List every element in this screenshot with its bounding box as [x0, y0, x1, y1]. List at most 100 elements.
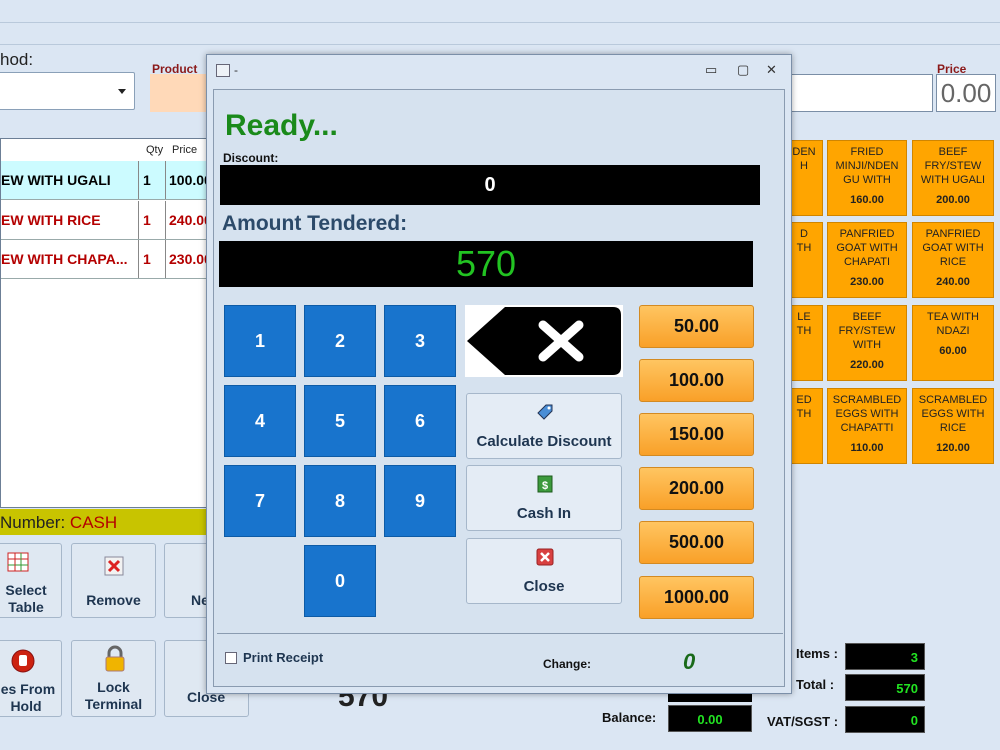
tendered-field[interactable]: 570 — [219, 241, 753, 287]
backspace-button[interactable] — [465, 305, 623, 377]
key-3[interactable]: 3 — [384, 305, 456, 377]
amount-50-button[interactable]: 50.00 — [639, 305, 754, 348]
button-label: Calculate Discount — [476, 433, 612, 450]
sales-from-hold-button[interactable]: les From Hold — [0, 640, 62, 717]
lock-terminal-button[interactable]: Lock Terminal — [71, 640, 156, 717]
window-icon — [216, 64, 230, 77]
discount-field[interactable]: 0 — [220, 165, 760, 205]
table-icon — [7, 552, 29, 572]
col-price: Price — [172, 144, 198, 156]
vat-value: 0 — [845, 706, 925, 733]
remove-icon — [104, 556, 124, 576]
method-select[interactable] — [0, 72, 135, 110]
product-tile[interactable]: BEEF FRY/STEW WITH 220.00 — [827, 305, 907, 381]
divider — [0, 22, 1000, 23]
button-label: Hold — [10, 698, 42, 714]
tile-name: TEA WITH NDAZI — [927, 311, 979, 337]
balance-value: 0.00 — [668, 705, 752, 732]
key-7[interactable]: 7 — [224, 465, 296, 537]
button-label: Close — [523, 578, 565, 595]
close-window-button[interactable]: ✕ — [766, 62, 777, 78]
money-icon: $ — [537, 475, 553, 493]
payment-dialog: - ▭ ▢ ✕ Ready... Discount: 0 Amount Tend… — [206, 54, 792, 694]
tile-name: D TH — [796, 228, 812, 254]
close-button[interactable]: Close — [466, 538, 622, 604]
product-field[interactable] — [150, 74, 210, 112]
key-0[interactable]: 0 — [304, 545, 376, 617]
product-tile[interactable]: SCRAMBLED EGGS WITH RICE 120.00 — [912, 388, 994, 464]
price-field[interactable]: 0.00 — [936, 74, 996, 112]
tile-name: PANFRIED GOAT WITH RICE — [922, 228, 984, 268]
number-bar: Number: CASH — [0, 509, 210, 535]
amount-150-button[interactable]: 150.00 — [639, 413, 754, 456]
tile-name: BEEF FRY/STEW WITH — [838, 311, 896, 351]
row-qty: 1 — [143, 212, 151, 228]
backspace-icon — [467, 307, 621, 375]
tile-name: BEEF FRY/STEW WITH UGALI — [920, 146, 986, 186]
total-value: 570 — [845, 674, 925, 701]
tile-price: 220.00 — [850, 359, 884, 371]
button-label: Cash In — [516, 505, 572, 522]
calculate-discount-button[interactable]: Calculate Discount — [466, 393, 622, 459]
amount-500-button[interactable]: 500.00 — [639, 521, 754, 564]
amount-100-button[interactable]: 100.00 — [639, 359, 754, 402]
order-table[interactable]: Qty Price EW WITH UGALI 1 100.00 EW WITH… — [0, 138, 212, 508]
button-label: Terminal — [84, 696, 143, 712]
table-row[interactable]: EW WITH CHAPA... 1 230.00 — [1, 240, 212, 279]
print-receipt-checkbox[interactable]: Print Receipt — [225, 650, 323, 665]
table-row[interactable]: EW WITH UGALI 1 100.00 — [1, 161, 212, 200]
button-label: Remove — [86, 592, 141, 608]
button-label: Table — [8, 599, 44, 615]
tile-price: 200.00 — [936, 194, 970, 206]
tile-name: PANFRIED GOAT WITH CHAPATI — [836, 228, 898, 268]
product-tile[interactable]: PANFRIED GOAT WITH CHAPATI 230.00 — [827, 222, 907, 298]
tile-price: 230.00 — [850, 276, 884, 288]
key-2[interactable]: 2 — [304, 305, 376, 377]
row-name: EW WITH RICE — [1, 212, 101, 228]
product-tile[interactable]: TEA WITH NDAZI 60.00 — [912, 305, 994, 381]
table-row[interactable]: EW WITH RICE 1 240.00 — [1, 201, 212, 240]
remove-button[interactable]: Remove — [71, 543, 156, 618]
button-label: les From — [0, 681, 56, 697]
key-5[interactable]: 5 — [304, 385, 376, 457]
row-qty: 1 — [143, 172, 151, 188]
search-input[interactable] — [790, 74, 933, 112]
lock-icon — [105, 645, 125, 672]
title-bar: - ▭ ▢ ✕ — [207, 55, 791, 87]
key-1[interactable]: 1 — [224, 305, 296, 377]
product-tile[interactable]: FRIED MINJI/NDEN GU WITH 160.00 — [827, 140, 907, 216]
maximize-button[interactable]: ▢ — [737, 62, 749, 78]
cash-in-button[interactable]: $ Cash In — [466, 465, 622, 531]
product-tile[interactable]: BEEF FRY/STEW WITH UGALI 200.00 — [912, 140, 994, 216]
hand-stop-icon — [11, 649, 35, 673]
key-4[interactable]: 4 — [224, 385, 296, 457]
key-8[interactable]: 8 — [304, 465, 376, 537]
tile-price: 120.00 — [936, 442, 970, 454]
tile-name: ED TH — [796, 394, 812, 420]
product-tile[interactable]: SCRAMBLED EGGS WITH CHAPATTI 110.00 — [827, 388, 907, 464]
tile-name: DEN H — [792, 146, 816, 172]
checkbox-icon — [225, 651, 237, 664]
divider — [217, 633, 783, 634]
tile-price: 110.00 — [850, 442, 884, 454]
tile-price: 60.00 — [939, 345, 967, 357]
print-receipt-label: Print Receipt — [243, 650, 324, 665]
select-table-button[interactable]: Select Table — [0, 543, 62, 618]
key-6[interactable]: 6 — [384, 385, 456, 457]
tile-price: 160.00 — [850, 194, 884, 206]
balance-label: Balance: — [602, 710, 657, 725]
amount-1000-button[interactable]: 1000.00 — [639, 576, 754, 619]
row-name: EW WITH CHAPA... — [1, 251, 128, 267]
button-label: Lock — [97, 679, 130, 695]
amount-200-button[interactable]: 200.00 — [639, 467, 754, 510]
price-tag-icon — [537, 404, 553, 420]
key-9[interactable]: 9 — [384, 465, 456, 537]
svg-text:$: $ — [542, 480, 548, 492]
close-icon — [536, 548, 554, 566]
row-name: EW WITH UGALI — [1, 172, 111, 188]
window-title: - — [234, 63, 238, 77]
table-header: Qty Price — [1, 142, 211, 160]
minimize-button[interactable]: ▭ — [705, 62, 717, 78]
tile-name: SCRAMBLED EGGS WITH CHAPATTI — [832, 394, 902, 434]
product-tile[interactable]: PANFRIED GOAT WITH RICE 240.00 — [912, 222, 994, 298]
